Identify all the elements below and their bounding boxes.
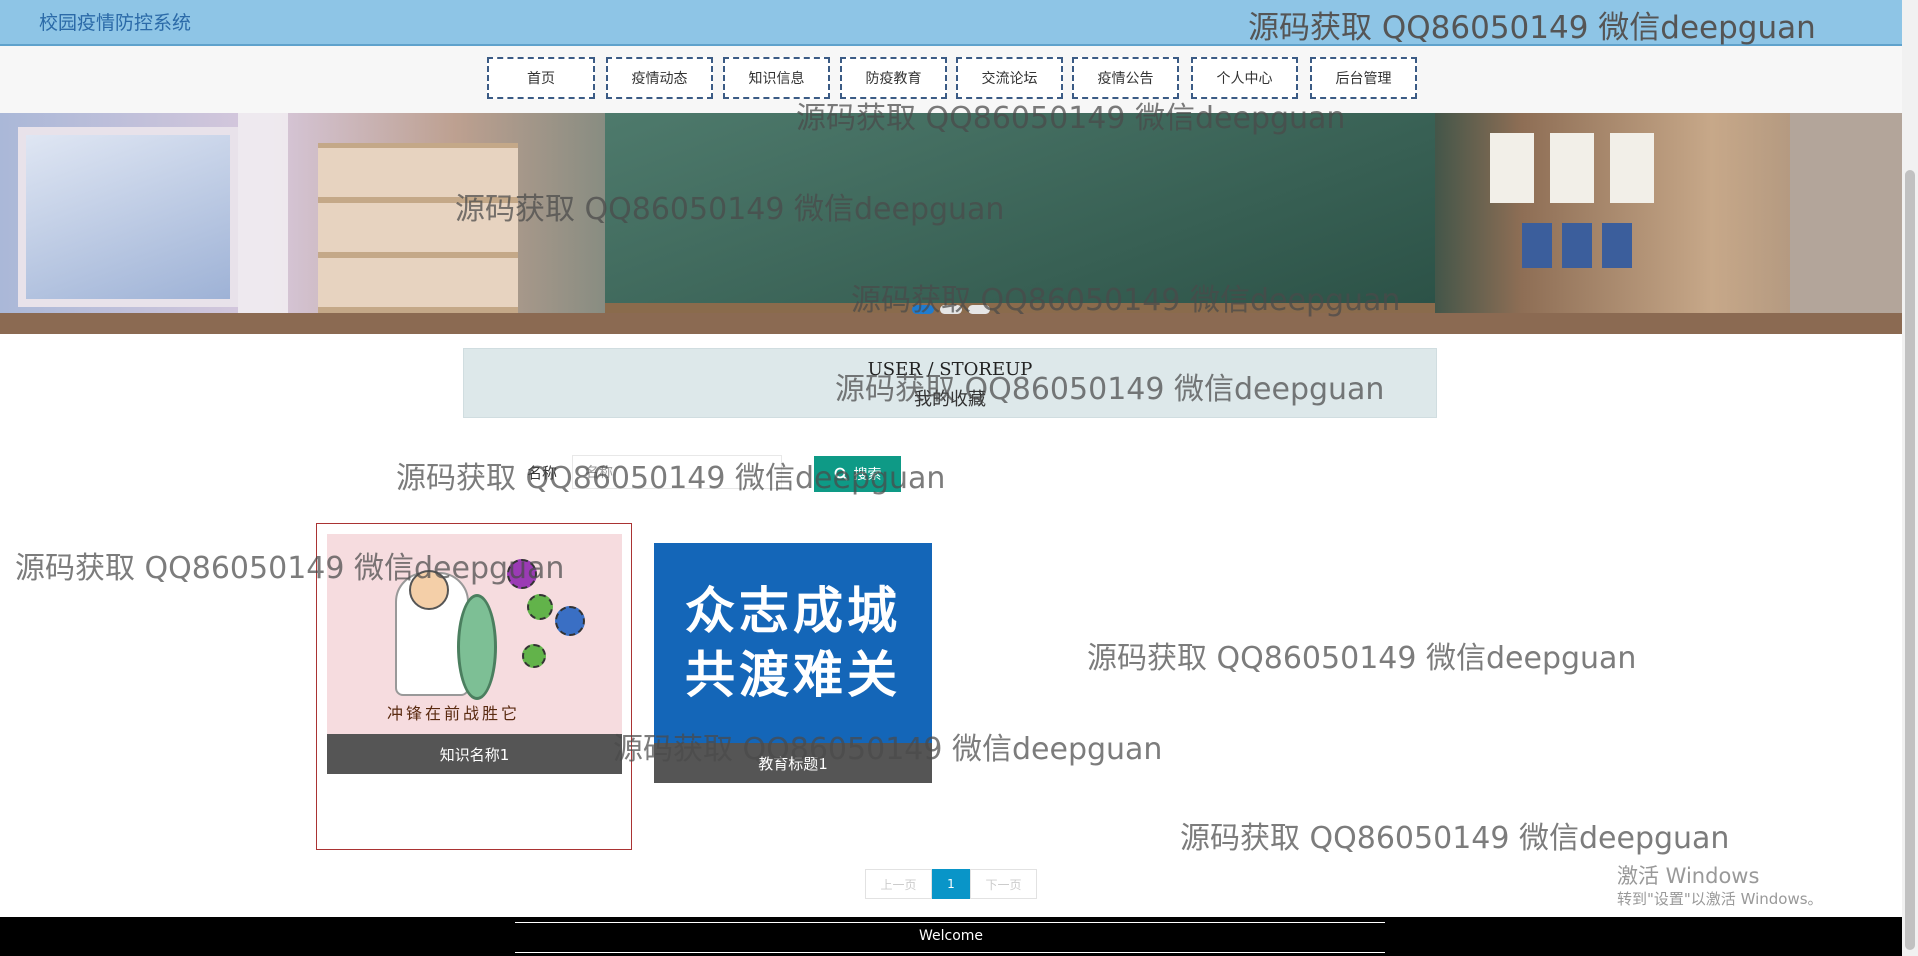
nav-item-personal-center[interactable]: 个人中心: [1191, 57, 1298, 99]
windows-activation-subtitle: 转到"设置"以激活 Windows。: [1617, 890, 1823, 908]
main-nav: 首页 疫情动态 知识信息 防疫教育 交流论坛 疫情公告 个人中心 后台管理: [0, 46, 1902, 113]
banner-posters-art: [1522, 223, 1642, 268]
virus-icon: [527, 594, 553, 620]
search-icon: [834, 467, 848, 481]
card-image-education: 众志成城 共渡难关: [654, 543, 932, 743]
card-caption[interactable]: 知识名称1: [327, 734, 622, 774]
banner-blackboard-art: [605, 113, 1435, 313]
banner-floor-art: [0, 313, 1902, 334]
page-title-box: USER / STOREUP 我的收藏: [463, 348, 1437, 418]
carousel-dot-2[interactable]: [940, 305, 962, 314]
search-label: 名称: [527, 464, 558, 482]
virus-icon: [522, 644, 546, 668]
header-watermark: 源码获取 QQ86050149 微信deepguan: [1248, 10, 1816, 46]
card-image-text-line2: 共渡难关: [685, 646, 901, 704]
search-input[interactable]: [572, 455, 782, 489]
banner-curtain-art: [238, 113, 288, 334]
banner-bookshelf-art: [318, 143, 518, 313]
footer-divider-top: [515, 922, 1385, 923]
next-page-button[interactable]: 下一页: [970, 869, 1037, 899]
page-scrollbar[interactable]: [1902, 0, 1918, 956]
nav-item-announcements[interactable]: 疫情公告: [1072, 57, 1179, 99]
nav-item-epidemic-news[interactable]: 疫情动态: [606, 57, 713, 99]
card-image-knowledge: 冲锋在前战胜它: [327, 534, 622, 734]
favorite-card-education[interactable]: 众志成城 共渡难关 教育标题1: [654, 543, 932, 783]
card-image-text-line1: 众志成城: [685, 582, 901, 640]
windows-activation-title: 激活 Windows: [1617, 864, 1760, 888]
banner-window-art: [18, 127, 238, 307]
nav-item-admin[interactable]: 后台管理: [1310, 57, 1417, 99]
watermark: 源码获取 QQ86050149 微信deepguan: [1087, 641, 1637, 676]
nav-item-education[interactable]: 防疫教育: [840, 57, 947, 99]
page-number-current[interactable]: 1: [932, 869, 970, 899]
page-title-en: USER / STOREUP: [867, 359, 1033, 380]
search-button[interactable]: 搜索: [814, 456, 901, 492]
shield-shape: [457, 594, 497, 700]
pagination: 上一页 1 下一页: [865, 869, 1037, 899]
page-title-cn: 我的收藏: [914, 389, 986, 410]
favorite-card-knowledge[interactable]: 冲锋在前战胜它 知识名称1: [327, 534, 622, 774]
top-header-bar: 校园疫情防控系统 源码获取 QQ86050149 微信deepguan: [0, 0, 1902, 46]
virus-icon: [555, 606, 585, 636]
carousel-dot-3[interactable]: [968, 305, 990, 314]
footer-divider-bottom: [515, 952, 1385, 953]
virus-icon: [507, 559, 537, 589]
doctor-head: [409, 570, 449, 610]
nav-item-knowledge[interactable]: 知识信息: [723, 57, 830, 99]
search-button-label: 搜索: [853, 466, 882, 482]
card-image-slogan: 冲锋在前战胜它: [387, 704, 521, 723]
scrollbar-thumb[interactable]: [1905, 170, 1915, 950]
prev-page-button[interactable]: 上一页: [865, 869, 932, 899]
banner-notices-art: [1490, 133, 1670, 203]
carousel-indicators: [912, 305, 990, 314]
banner-carousel[interactable]: [0, 113, 1902, 334]
site-title[interactable]: 校园疫情防控系统: [39, 8, 191, 35]
carousel-dot-1[interactable]: [912, 305, 934, 314]
nav-item-home[interactable]: 首页: [487, 57, 595, 99]
banner-door-art: [1790, 113, 1902, 334]
watermark: 源码获取 QQ86050149 微信deepguan: [1180, 821, 1730, 856]
footer: Welcome: [0, 917, 1902, 956]
card-caption[interactable]: 教育标题1: [654, 743, 932, 783]
footer-text: Welcome: [918, 928, 984, 944]
nav-item-forum[interactable]: 交流论坛: [956, 57, 1063, 99]
